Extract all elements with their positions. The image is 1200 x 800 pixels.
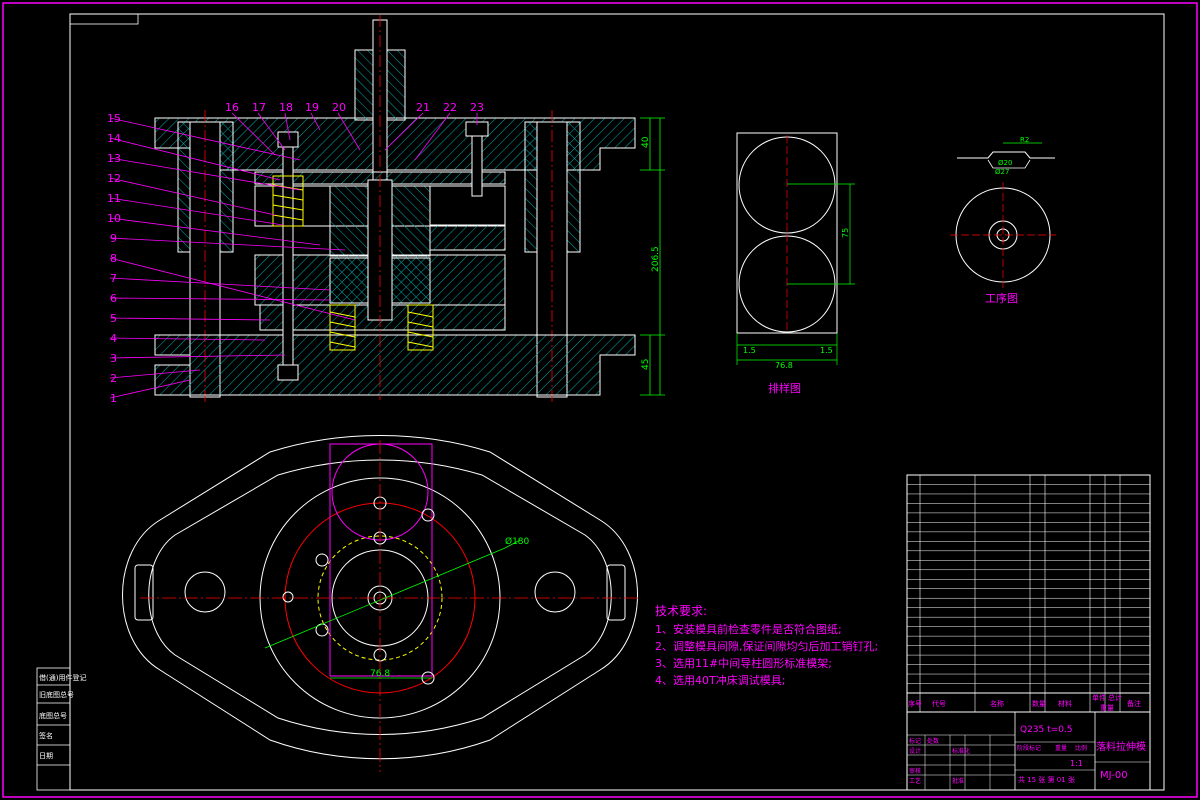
header-col-2: 代号 bbox=[932, 699, 946, 708]
part-no-23: 23 bbox=[470, 101, 484, 114]
process-dim-top: R2 bbox=[1020, 136, 1029, 144]
process-view: R2 Ø20 Ø27 工序图 bbox=[950, 136, 1056, 305]
part-no-12: 12 bbox=[107, 172, 121, 185]
sheet-info: 共 15 张 第 01 张 bbox=[1018, 775, 1075, 784]
part-no-20: 20 bbox=[332, 101, 346, 114]
role-label-stage: 阶段标记 bbox=[1017, 744, 1041, 752]
part-no-11: 11 bbox=[107, 192, 121, 205]
drawing-number: MJ-00 bbox=[1100, 770, 1128, 781]
strip-layout-caption: 排样图 bbox=[768, 381, 801, 395]
parts-list: 序号 代号 名称 数量 材料 单件 总计 重量 备注 bbox=[906, 474, 1151, 713]
strip-dim-pitch: 75 bbox=[841, 228, 850, 238]
header-col-5: 材料 bbox=[1058, 699, 1072, 708]
strip-dim-right: 1.5 bbox=[820, 346, 833, 355]
part-no-22: 22 bbox=[443, 101, 457, 114]
part-no-18: 18 bbox=[279, 101, 293, 114]
process-dim-inner: Ø20 bbox=[998, 159, 1012, 167]
role-label-scale: 比例 bbox=[1075, 744, 1087, 752]
strip-layout-view: 75 1.5 1.5 76.8 排样图 bbox=[736, 132, 855, 395]
header-col-8: 重量 bbox=[1100, 704, 1114, 712]
stamp-label-2: 旧底图总号 bbox=[39, 690, 74, 699]
part-no-13: 13 bbox=[107, 152, 121, 165]
role-label-approve: 批准 bbox=[952, 777, 964, 785]
role-label-count: 处数 bbox=[927, 737, 939, 745]
side-stamp: 借(通)用件登记 旧底图总号 底图总号 签名 日期 bbox=[36, 667, 86, 791]
part-no-7: 7 bbox=[110, 272, 117, 285]
process-caption: 工序图 bbox=[985, 291, 1018, 305]
header-col-1: 序号 bbox=[908, 699, 922, 708]
material-line: Q235 t=0.5 bbox=[1020, 725, 1073, 735]
tech-req-item-4: 4、选用40T冲床调试模具; bbox=[655, 673, 785, 687]
tech-req-item-2: 2、调整模具间隙,保证间隙均匀后加工销钉孔; bbox=[655, 639, 878, 653]
cad-drawing: 借(通)用件登记 旧底图总号 底图总号 签名 日期 1 2 3 4 5 6 7 … bbox=[2, 2, 1198, 798]
tech-req-title: 技术要求: bbox=[655, 604, 707, 618]
header-col-9: 备注 bbox=[1127, 699, 1141, 708]
part-no-19: 19 bbox=[305, 101, 319, 114]
title-block: 标记 处数 设计 标准化 审核 工艺 批准 阶段标记 重量 比例 Q235 t=… bbox=[906, 711, 1151, 791]
stamp-label-1: 借(通)用件登记 bbox=[39, 673, 86, 682]
technical-requirements: 技术要求: 1、安装模具前检查零件是否符合图纸; 2、调整模具间隙,保证间隙均匀… bbox=[655, 604, 878, 687]
header-col-3: 名称 bbox=[990, 699, 1004, 708]
part-no-2: 2 bbox=[110, 372, 117, 385]
part-name: 落料拉伸模 bbox=[1096, 740, 1146, 753]
dim-top-height: 40 bbox=[641, 136, 651, 148]
plan-dim-diameter: Ø180 bbox=[505, 536, 530, 547]
stamp-label-3: 底图总号 bbox=[39, 711, 67, 720]
part-no-14: 14 bbox=[107, 132, 121, 145]
part-no-5: 5 bbox=[110, 312, 117, 325]
stamp-label-4: 签名 bbox=[39, 731, 53, 740]
part-no-16: 16 bbox=[225, 101, 239, 114]
part-no-17: 17 bbox=[252, 101, 266, 114]
part-no-9: 9 bbox=[110, 232, 117, 245]
dim-bottom-height: 45 bbox=[641, 359, 651, 370]
process-dim-outer: Ø27 bbox=[995, 168, 1009, 176]
stamp-label-5: 日期 bbox=[39, 752, 53, 760]
role-label-standard: 标准化 bbox=[952, 747, 970, 755]
role-label-weight: 重量 bbox=[1055, 744, 1067, 752]
plan-view: Ø180 76.8 bbox=[122, 435, 640, 772]
strip-dim-left: 1.5 bbox=[743, 346, 756, 355]
part-no-6: 6 bbox=[110, 292, 117, 305]
plan-dim-width: 76.8 bbox=[370, 669, 390, 679]
part-no-1: 1 bbox=[110, 392, 117, 405]
part-no-15: 15 bbox=[107, 112, 121, 125]
header-col-4: 数量 bbox=[1032, 699, 1046, 708]
tech-req-item-1: 1、安装模具前检查零件是否符合图纸; bbox=[655, 622, 842, 636]
part-no-10: 10 bbox=[107, 212, 121, 225]
role-label-design: 设计 bbox=[909, 747, 921, 755]
scale-value: 1:1 bbox=[1070, 759, 1083, 768]
role-label-review: 审核 bbox=[909, 767, 921, 775]
part-no-3: 3 bbox=[110, 352, 117, 365]
role-label-process: 工艺 bbox=[909, 777, 921, 785]
part-no-4: 4 bbox=[110, 332, 117, 345]
strip-dim-width: 76.8 bbox=[775, 361, 793, 370]
header-col-7: 总计 bbox=[1108, 693, 1122, 702]
part-no-8: 8 bbox=[110, 252, 117, 265]
dim-total-height: 206.5 bbox=[651, 246, 661, 272]
header-col-6: 单件 bbox=[1092, 693, 1106, 702]
role-label-mark: 标记 bbox=[909, 737, 921, 745]
section-view: 1 2 3 4 5 6 7 8 9 10 11 12 13 14 15 16 1… bbox=[107, 15, 665, 405]
tech-req-item-3: 3、选用11#中间导柱圆形标准模架; bbox=[655, 656, 832, 670]
part-no-21: 21 bbox=[416, 101, 430, 114]
